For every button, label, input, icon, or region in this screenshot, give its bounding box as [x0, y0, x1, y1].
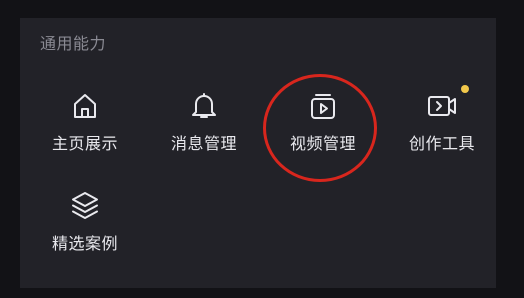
section-title: 通用能力 — [40, 34, 107, 53]
tool-creation-tools[interactable]: 创作工具 — [382, 85, 502, 180]
notification-dot — [461, 85, 469, 93]
tool-message-management[interactable]: 消息管理 — [144, 90, 264, 180]
tool-label: 主页展示 — [51, 134, 118, 153]
tool-label: 视频管理 — [289, 134, 356, 153]
home-icon — [69, 90, 101, 122]
bell-icon — [188, 90, 220, 122]
video-camera-icon — [426, 90, 458, 122]
tool-home-display[interactable]: 主页展示 — [25, 90, 145, 180]
video-library-icon — [307, 90, 339, 122]
tool-featured-cases[interactable]: 精选案例 — [25, 190, 145, 280]
tool-label: 精选案例 — [51, 234, 118, 253]
tool-video-management[interactable]: 视频管理 — [263, 90, 383, 180]
tool-label: 创作工具 — [408, 134, 475, 153]
tool-label: 消息管理 — [170, 134, 237, 153]
layers-icon — [69, 190, 101, 222]
